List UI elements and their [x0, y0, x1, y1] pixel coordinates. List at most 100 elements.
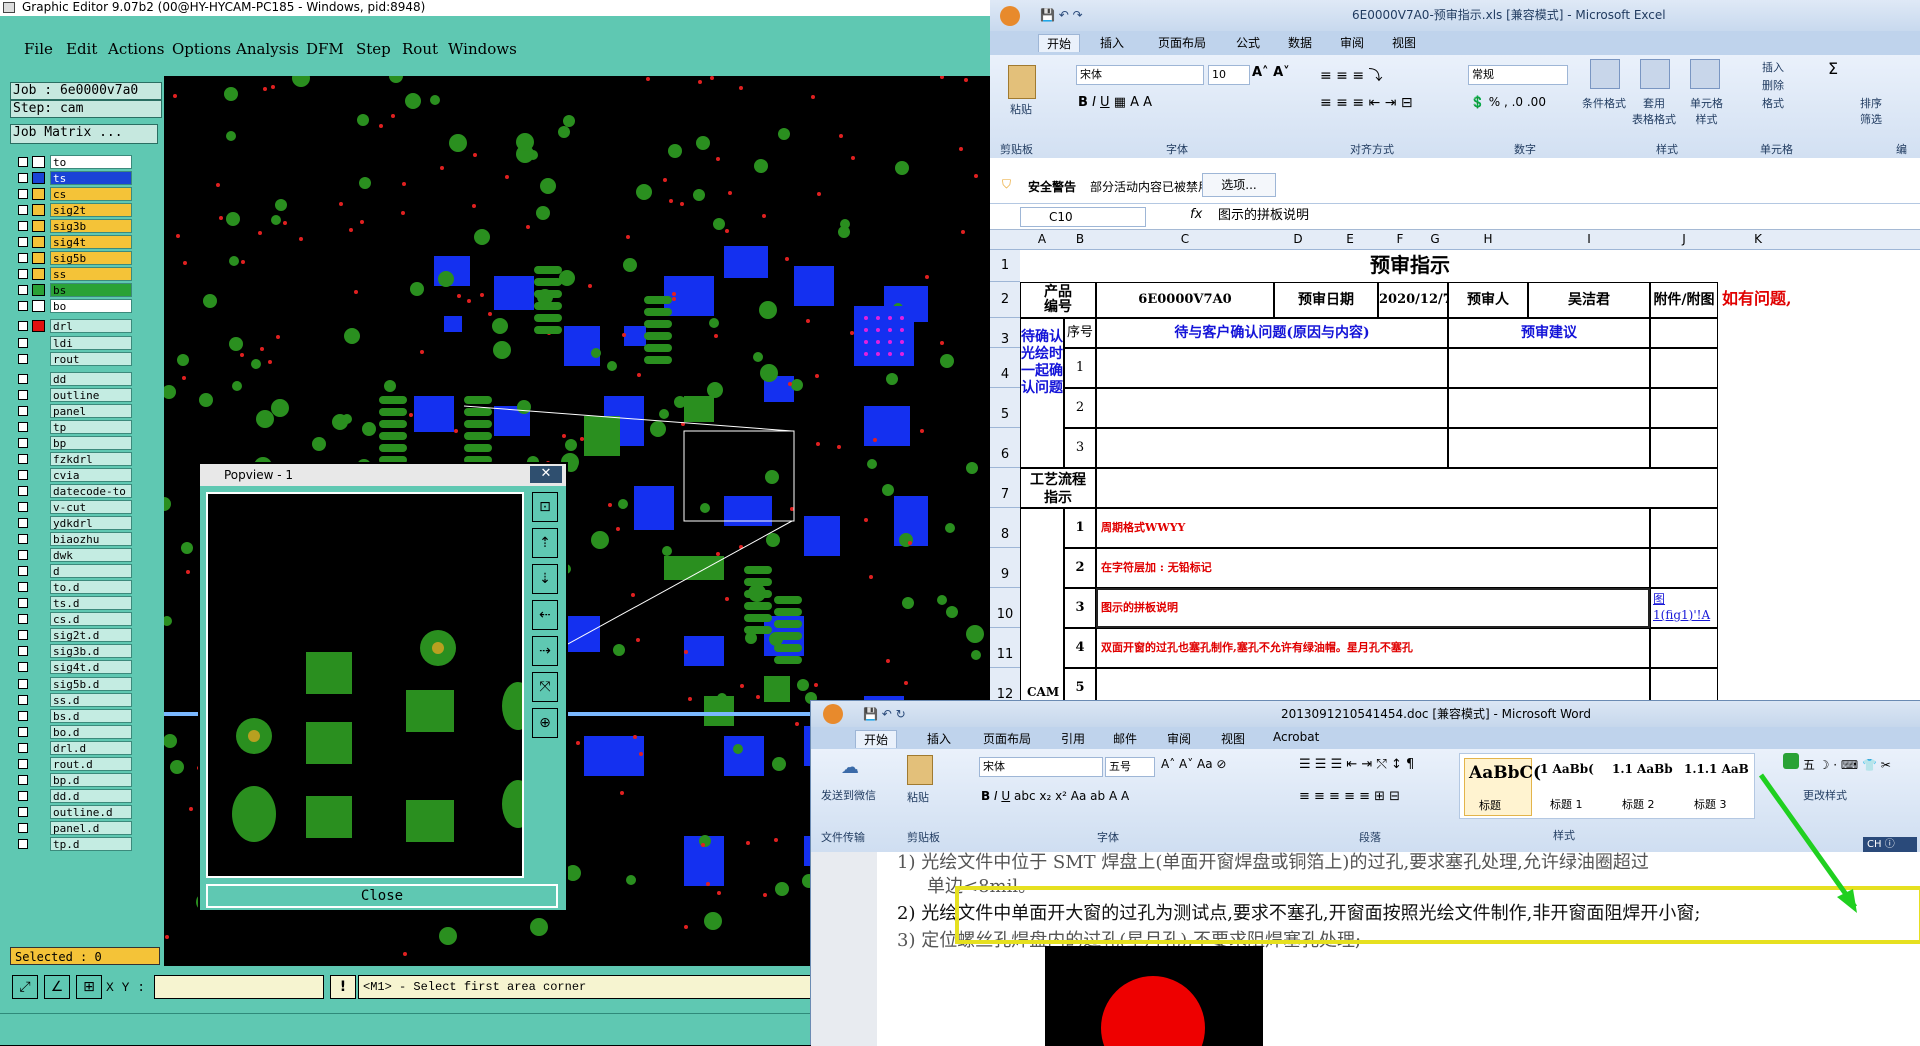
layer-row[interactable]: dd: [12, 371, 134, 387]
percent-icon[interactable]: 💲 % , .0 .00: [1470, 95, 1546, 109]
layer-row[interactable]: cs: [12, 186, 134, 202]
layer-row[interactable]: dwk: [12, 547, 134, 563]
layer-row[interactable]: sig5b.d: [12, 676, 134, 692]
layer-checkbox[interactable]: [18, 485, 28, 496]
send-wechat-label[interactable]: 发送到微信: [821, 787, 876, 803]
document-page[interactable]: 1) 光绘文件中位于 SMT 焊盘上(单面开窗焊盘或铜箔上)的过孔,要求塞孔处理…: [877, 852, 1920, 1046]
office-button-icon[interactable]: [823, 704, 843, 724]
font-size-select[interactable]: 10: [1208, 65, 1250, 85]
layer-checkbox[interactable]: [18, 421, 28, 432]
layer-label[interactable]: sig3b.d: [50, 644, 132, 659]
sort-filter-label[interactable]: 排序 筛选: [1860, 95, 1882, 127]
cell[interactable]: [1650, 548, 1718, 588]
layer-row[interactable]: drl: [12, 318, 134, 334]
insert-cells-label[interactable]: 插入: [1762, 59, 1784, 75]
layer-checkbox[interactable]: [18, 353, 28, 364]
column-header[interactable]: B: [1064, 232, 1096, 246]
cell[interactable]: [1448, 428, 1650, 468]
reviewer-value[interactable]: 吴洁君: [1528, 282, 1650, 318]
row-header[interactable]: 7: [990, 468, 1020, 508]
layer-row[interactable]: bs.d: [12, 708, 134, 724]
layer-label[interactable]: to: [50, 155, 132, 169]
column-header[interactable]: K: [1718, 232, 1798, 246]
layer-checkbox[interactable]: [18, 646, 28, 657]
layer-color-swatch[interactable]: [32, 204, 45, 217]
column-header[interactable]: A: [1020, 232, 1064, 246]
layer-checkbox[interactable]: [18, 534, 28, 545]
layer-row[interactable]: ts.d: [12, 595, 134, 611]
layer-color-swatch[interactable]: [32, 725, 45, 738]
row-header[interactable]: 6: [990, 428, 1020, 468]
layer-color-swatch[interactable]: [32, 741, 45, 754]
date-value[interactable]: 2020/12/7: [1378, 282, 1452, 318]
layer-row[interactable]: tp.d: [12, 836, 134, 852]
worksheet-grid[interactable]: 1 2 3 4 5 6 7 8 9 10 11 12 预审指示 产品 编号 6E0000V7A0 预审日期 20…: [990, 250, 1920, 700]
layer-label[interactable]: sig5b: [50, 251, 132, 266]
layer-row[interactable]: biaozhu: [12, 531, 134, 547]
options-button[interactable]: 选项...: [1202, 173, 1276, 197]
menu-rout[interactable]: Rout: [402, 40, 438, 58]
layer-label[interactable]: bo: [50, 299, 132, 314]
layer-color-swatch[interactable]: [32, 645, 45, 658]
layer-color-swatch[interactable]: [32, 565, 45, 578]
layer-label[interactable]: tp: [50, 419, 132, 434]
layer-row[interactable]: fzkdrl: [12, 451, 134, 467]
layer-row[interactable]: bp: [12, 435, 134, 451]
layer-row[interactable]: sig4t: [12, 234, 134, 250]
layer-row[interactable]: bo.d: [12, 724, 134, 740]
layer-checkbox[interactable]: [18, 269, 28, 280]
layer-checkbox[interactable]: [18, 806, 28, 817]
row-header[interactable]: 11: [990, 628, 1020, 668]
layer-color-swatch[interactable]: [32, 581, 45, 594]
cond-format-label[interactable]: 条件格式: [1582, 95, 1626, 111]
layer-label[interactable]: ts: [50, 171, 132, 186]
delete-cells-label[interactable]: 删除: [1762, 77, 1784, 93]
layer-checkbox[interactable]: [18, 453, 28, 464]
layer-checkbox[interactable]: [18, 469, 28, 480]
prod-no-label[interactable]: 产品 编号: [1020, 282, 1096, 318]
layer-label[interactable]: bp.d: [50, 772, 132, 787]
layer-checkbox[interactable]: [18, 678, 28, 689]
layer-color-swatch[interactable]: [32, 188, 45, 201]
cell[interactable]: [1448, 348, 1650, 388]
warning-icon[interactable]: !: [330, 975, 356, 999]
layer-row[interactable]: panel.d: [12, 820, 134, 836]
cell[interactable]: [1650, 318, 1718, 348]
layer-row[interactable]: ss.d: [12, 692, 134, 708]
pv-down-icon[interactable]: ⇣: [532, 564, 558, 594]
layer-label[interactable]: tp.d: [50, 836, 132, 851]
popview-canvas[interactable]: [206, 492, 524, 878]
column-header[interactable]: E: [1322, 232, 1378, 246]
layer-checkbox[interactable]: [18, 774, 28, 785]
layer-label[interactable]: cvia: [50, 467, 132, 482]
menu-dfm[interactable]: DFM: [306, 40, 344, 58]
cell[interactable]: [1096, 428, 1448, 468]
layer-color-swatch[interactable]: [32, 500, 45, 513]
layer-checkbox[interactable]: [18, 598, 28, 609]
layer-checkbox[interactable]: [18, 582, 28, 593]
prod-no-value[interactable]: 6E0000V7A0: [1096, 282, 1274, 318]
layer-color-swatch[interactable]: [32, 404, 45, 417]
layer-color-swatch[interactable]: [32, 821, 45, 834]
wechat-send-icon[interactable]: ☁: [841, 757, 859, 778]
layer-checkbox[interactable]: [18, 405, 28, 416]
layer-row[interactable]: ss: [12, 266, 134, 282]
layer-label[interactable]: ldi: [50, 335, 132, 350]
cell[interactable]: [1096, 468, 1718, 508]
layer-color-swatch[interactable]: [32, 533, 45, 546]
layer-color-swatch[interactable]: [32, 484, 45, 497]
layer-color-swatch[interactable]: [32, 613, 45, 626]
column-header[interactable]: I: [1528, 232, 1650, 246]
layer-row[interactable]: d: [12, 563, 134, 579]
layer-checkbox[interactable]: [18, 614, 28, 625]
paste-icon[interactable]: [907, 755, 933, 785]
layer-color-swatch[interactable]: [32, 549, 45, 562]
layer-color-swatch[interactable]: [32, 220, 45, 233]
layer-label[interactable]: drl.d: [50, 740, 132, 755]
row-number[interactable]: 2: [1064, 548, 1096, 588]
cell[interactable]: [1650, 428, 1718, 468]
align-top-icon[interactable]: ≡ ≡ ≡ ⤵: [1320, 65, 1383, 85]
tab-insert[interactable]: 插入: [1100, 34, 1124, 51]
layer-label[interactable]: dd: [50, 371, 132, 386]
office-button-icon[interactable]: [1000, 6, 1020, 26]
